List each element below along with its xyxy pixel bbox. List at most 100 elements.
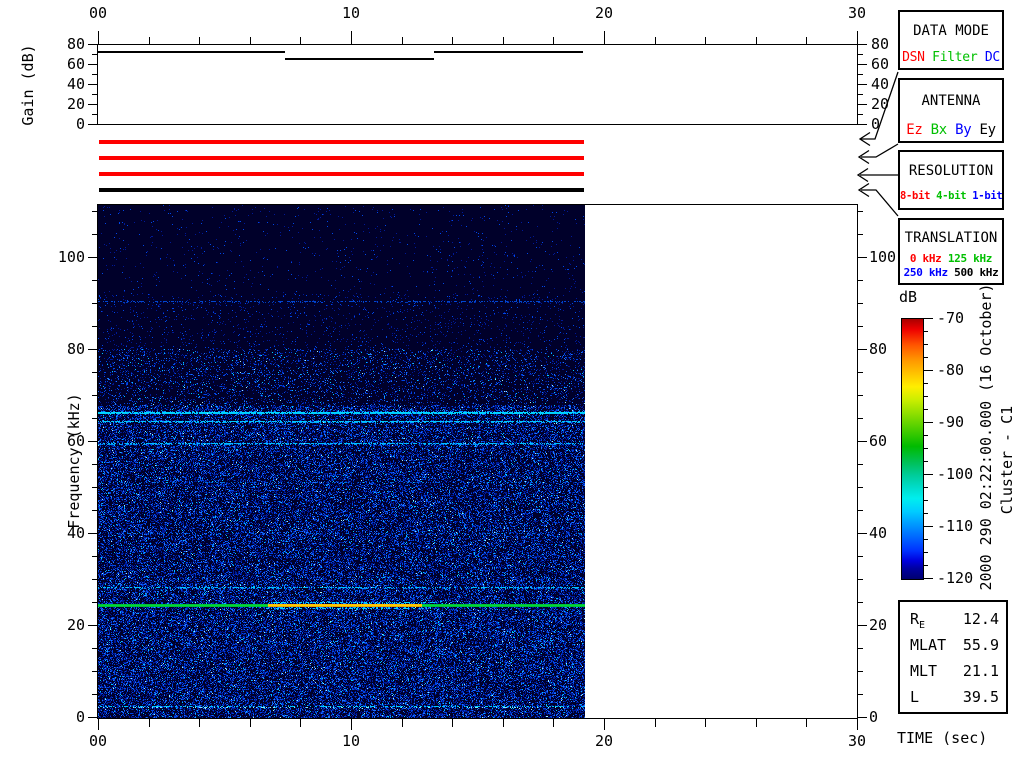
axis-tick <box>923 383 928 384</box>
legend-box-antenna: ANTENNA Ez Bx By Ey <box>898 78 1004 143</box>
axis-tick <box>92 694 98 695</box>
axis-tick <box>88 257 98 258</box>
axis-tick <box>923 318 933 319</box>
axis-tick <box>92 211 98 212</box>
gain-ytick-label-right: 60 <box>871 55 890 73</box>
axis-tick <box>452 37 453 45</box>
mode-bar-resolution <box>99 172 584 176</box>
axis-tick <box>923 500 928 501</box>
info-value: 21.1 <box>962 662 999 680</box>
axis-tick <box>857 44 867 45</box>
legend-title-translation: TRANSLATION <box>904 230 998 246</box>
gain-trace-segment <box>434 51 583 53</box>
freq-ytick-label: 0 <box>75 708 85 726</box>
axis-tick <box>857 84 867 85</box>
freq-ytick-label-right: 20 <box>869 616 888 634</box>
colorbar <box>901 318 924 580</box>
gain-ytick-label: 40 <box>66 75 85 93</box>
axis-tick <box>92 372 98 373</box>
axis-tick <box>857 648 863 649</box>
info-row: L 39.5 <box>900 688 1006 708</box>
axis-tick <box>300 719 301 727</box>
axis-tick <box>756 719 757 727</box>
axis-tick <box>553 37 554 45</box>
axis-tick <box>857 694 863 695</box>
axis-tick <box>199 719 200 727</box>
axis-tick <box>604 31 605 44</box>
gain-ytick-label-right: 40 <box>871 75 890 93</box>
axis-tick <box>857 418 863 419</box>
gain-trace-segment <box>98 51 285 53</box>
spectrogram-canvas <box>98 205 585 718</box>
legend-title-data-mode: DATA MODE <box>913 23 989 39</box>
axis-tick <box>857 124 867 125</box>
axis-tick <box>92 418 98 419</box>
legend-value: Bx <box>922 122 948 138</box>
info-label: L <box>910 688 920 706</box>
axis-tick <box>88 124 98 125</box>
axis-tick <box>92 94 98 95</box>
colorbar-tick-label: -80 <box>937 361 965 379</box>
axis-tick <box>923 370 933 371</box>
info-row: RE 12.4 <box>900 610 1006 631</box>
axis-tick <box>857 64 867 65</box>
axis-tick <box>923 539 928 540</box>
legend-value: 4-bit <box>930 190 967 202</box>
axis-tick <box>923 578 933 579</box>
legend-values-antenna: Ez Bx By Ey <box>900 122 1002 138</box>
axis-tick <box>92 326 98 327</box>
mode-bar-antenna <box>99 156 584 160</box>
axis-tick <box>857 74 863 75</box>
top-axis-tick-label: 20 <box>594 4 614 22</box>
axis-tick <box>857 464 863 465</box>
axis-tick <box>857 487 863 488</box>
axis-tick <box>857 31 858 44</box>
axis-tick <box>98 31 99 44</box>
axis-tick <box>250 719 251 727</box>
legend-values-data-mode: DSN Filter DC <box>900 50 1002 65</box>
axis-tick <box>149 719 150 727</box>
axis-tick <box>92 114 98 115</box>
axis-tick <box>923 565 928 566</box>
axis-tick <box>553 719 554 727</box>
axis-tick <box>92 54 98 55</box>
gain-ytick-label: 80 <box>66 35 85 53</box>
axis-tick <box>88 349 98 350</box>
axis-tick <box>92 74 98 75</box>
axis-tick <box>923 448 928 449</box>
bottom-axis-tick-label: 00 <box>88 732 108 750</box>
bottom-axis-tick-label: 20 <box>594 732 614 750</box>
gain-axis-title: Gain (dB) <box>19 44 37 126</box>
info-label: MLAT <box>910 636 947 654</box>
info-row: MLT 21.1 <box>900 662 1006 682</box>
legend-box-resolution: RESOLUTION 8-bit 4-bit 1-bit <box>898 150 1004 210</box>
axis-tick <box>351 31 352 44</box>
legend-value: 1-bit <box>966 190 1003 202</box>
gain-ytick-label: 60 <box>66 55 85 73</box>
legend-value: DSN <box>902 50 925 65</box>
top-axis-tick-label: 10 <box>341 4 361 22</box>
freq-ytick-label-right: 100 <box>869 248 897 266</box>
axis-tick <box>857 441 867 442</box>
legend-value: 250 kHz <box>903 266 949 279</box>
colorbar-title: dB <box>899 288 918 306</box>
freq-ytick-label: 20 <box>66 616 85 634</box>
colorbar-tick-label: -110 <box>937 517 974 535</box>
legend-values-translation: 0 kHz 125 kHz <box>900 252 1002 265</box>
arrow-antenna-icon <box>857 143 899 165</box>
axis-tick <box>923 422 933 423</box>
axis-tick <box>92 487 98 488</box>
axis-tick <box>923 344 928 345</box>
axis-tick <box>857 556 863 557</box>
info-label: MLT <box>910 662 938 680</box>
axis-tick <box>857 719 858 730</box>
axis-tick <box>857 510 863 511</box>
freq-ytick-label: 100 <box>57 248 85 266</box>
axis-tick <box>88 625 98 626</box>
legend-box-translation: TRANSLATION 0 kHz 125 kHz 250 kHz 500 kHz <box>898 218 1004 285</box>
legend-values-translation: 250 kHz 500 kHz <box>900 266 1002 279</box>
legend-value: DC <box>977 50 1000 65</box>
freq-ytick-label-right: 80 <box>869 340 888 358</box>
info-row: MLAT 55.9 <box>900 636 1006 656</box>
axis-tick <box>250 37 251 45</box>
